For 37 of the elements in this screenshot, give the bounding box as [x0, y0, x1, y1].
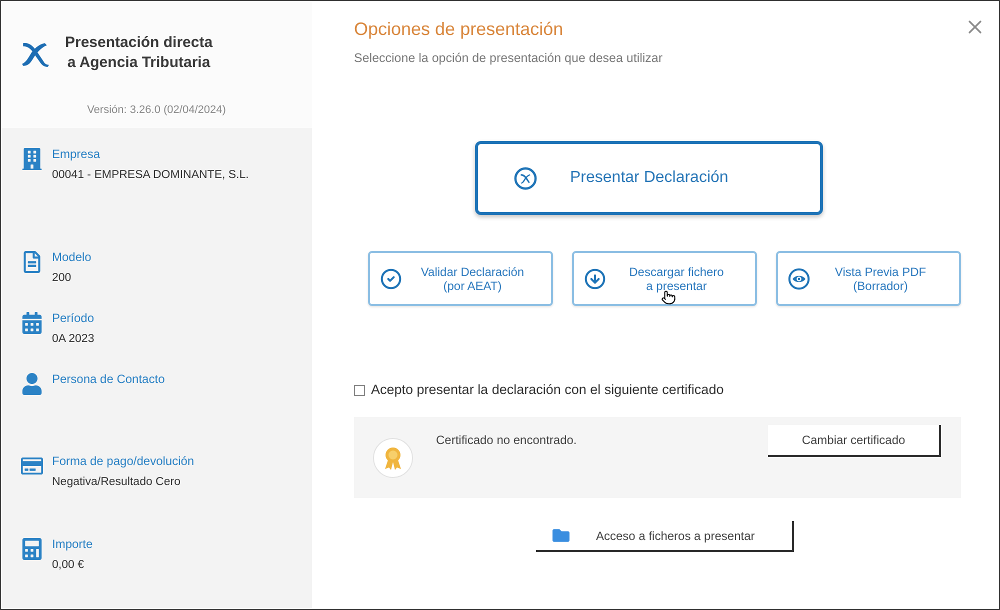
app-title: a Agencia Tributaria: [67, 53, 210, 73]
accept-checkbox[interactable]: [354, 384, 365, 396]
field-value: 0,00 €: [52, 558, 85, 573]
dialog-subtitle: Seleccione la opción de presentación que desea utilizar: [354, 50, 663, 66]
files-access-button[interactable]: Acceso a ficheros a presentar: [536, 521, 794, 552]
checkbox-label: Acepto presentar la declaración con el siguiente certificado: [371, 381, 724, 399]
change-certificate-button[interactable]: Cambiar certificado: [768, 425, 941, 457]
calculator-icon: [21, 538, 43, 560]
field-value: 0A 2023: [52, 332, 94, 347]
document-icon: [21, 251, 43, 273]
version-text: Versión: 3.26.0 (02/04/2024): [87, 103, 226, 117]
app-title: Presentación directa: [65, 33, 213, 53]
field-label: Importe: [52, 537, 93, 552]
building-icon: [21, 148, 43, 170]
field-label: Período: [52, 311, 94, 326]
person-icon: [21, 373, 43, 395]
certificate-status: Certificado no encontrado.: [436, 432, 577, 448]
field-value: 00041 - EMPRESA DOMINANTE, S.L.: [52, 168, 249, 183]
calendar-icon: [21, 312, 43, 334]
circle-check-icon: [380, 268, 402, 290]
primary-action-button[interactable]: Presentar Declaración: [475, 141, 823, 215]
field-value: Negativa/Resultado Cero: [52, 475, 182, 490]
action-button[interactable]: Validar Declaración (por AEAT): [368, 251, 553, 306]
action-button[interactable]: Descargar fichero a presentar: [572, 251, 757, 306]
credit-card-icon: [21, 455, 43, 477]
eye-icon: [788, 268, 810, 290]
logo-circle-icon: [514, 166, 537, 190]
circle-arrow-down-icon: [584, 268, 606, 290]
medal-icon: [373, 438, 413, 478]
field-label: Modelo: [52, 250, 92, 265]
folder-icon: [551, 527, 571, 544]
dialog-title: Opciones de presentación: [354, 18, 564, 41]
field-label: Persona de Contacto: [52, 372, 165, 387]
action-button[interactable]: Vista Previa PDF (Borrador): [776, 251, 961, 306]
field-value: 200: [52, 271, 72, 286]
field-label: Empresa: [52, 147, 102, 162]
field-label: Forma de pago/devolución: [52, 454, 194, 469]
